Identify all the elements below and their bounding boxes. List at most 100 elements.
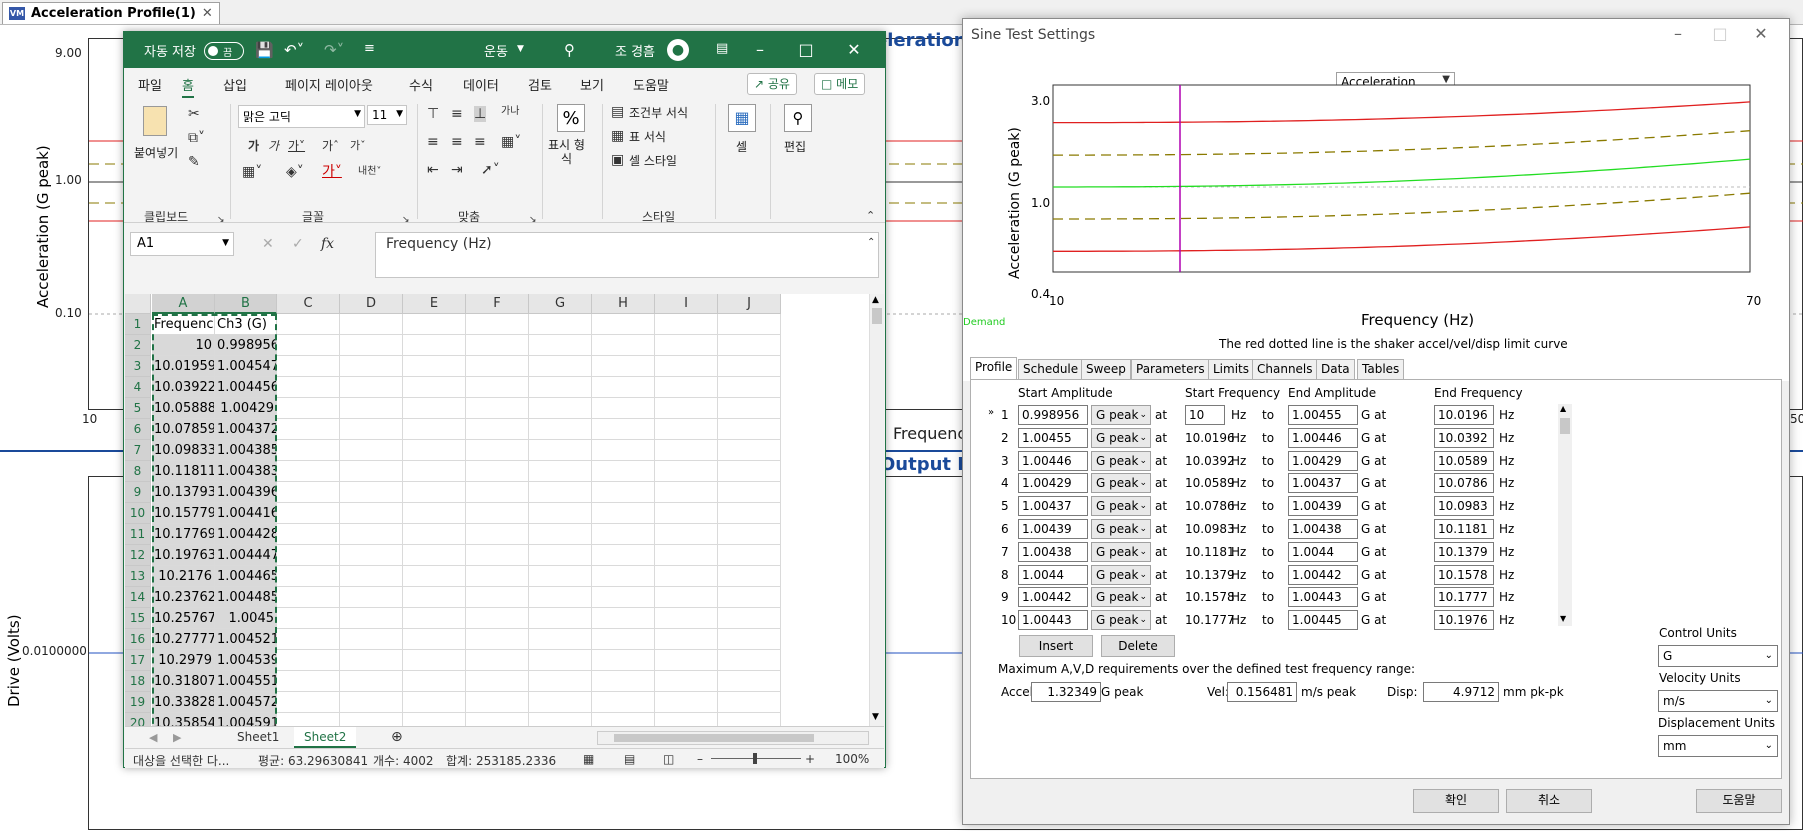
table-cell[interactable] (340, 650, 403, 671)
page-break-view-icon[interactable]: ◫ (663, 752, 674, 766)
table-cell[interactable] (718, 524, 781, 545)
table-cell[interactable]: 10.11811 (152, 461, 215, 482)
end-frequency-field[interactable]: 10.0983 (1434, 496, 1494, 517)
table-cell[interactable]: 10.35854 (152, 713, 215, 726)
cancel-entry-icon[interactable]: ✕ (262, 236, 274, 252)
table-cell[interactable] (466, 524, 529, 545)
table-cell[interactable] (403, 671, 466, 692)
table-cell[interactable] (655, 461, 718, 482)
prev-sheet-icon[interactable]: ◀ (149, 730, 157, 746)
table-cell[interactable] (718, 356, 781, 377)
table-cell[interactable] (277, 587, 340, 608)
sheet-tab-2[interactable]: Sheet2 (294, 727, 357, 748)
table-cell[interactable]: 1.004572 (215, 692, 277, 713)
table-cell[interactable] (277, 608, 340, 629)
table-cell[interactable] (277, 461, 340, 482)
scroll-down-icon[interactable]: ▼ (872, 712, 879, 722)
table-cell[interactable] (655, 587, 718, 608)
table-cell[interactable] (403, 419, 466, 440)
table-cell[interactable] (718, 461, 781, 482)
table-cell[interactable] (718, 566, 781, 587)
amplitude-unit-select[interactable]: G peak ⌄ (1091, 405, 1151, 425)
table-cell[interactable] (340, 461, 403, 482)
increase-indent-icon[interactable]: ⇥ (451, 162, 463, 178)
scroll-thumb[interactable] (614, 734, 814, 742)
document-tab[interactable]: VM Acceleration Profile(1) ✕ (2, 2, 220, 24)
table-cell[interactable] (718, 419, 781, 440)
table-cell[interactable] (655, 692, 718, 713)
minimize-icon[interactable]: – (1667, 24, 1689, 46)
table-cell[interactable]: 10.01959 (152, 356, 215, 377)
table-cell[interactable] (466, 314, 529, 335)
table-cell[interactable] (529, 524, 592, 545)
amplitude-unit-select[interactable]: G peak ⌄ (1091, 587, 1151, 608)
end-frequency-field[interactable]: 10.0392 (1434, 427, 1494, 448)
table-cell[interactable] (655, 440, 718, 461)
table-cell[interactable] (403, 608, 466, 629)
tab-tables[interactable]: Tables (1357, 359, 1405, 379)
table-cell[interactable] (655, 356, 718, 377)
sheet-tab-1[interactable]: Sheet1 (227, 727, 289, 748)
table-cell[interactable] (655, 377, 718, 398)
table-cell[interactable]: 10.25767 (152, 608, 215, 629)
user-name[interactable]: 조 경흠 (615, 41, 655, 60)
collapse-ribbon-icon[interactable]: ⌃ (866, 208, 875, 224)
tab-insert[interactable]: 삽입 (223, 75, 247, 94)
table-cell[interactable] (655, 335, 718, 356)
confirm-entry-icon[interactable]: ✓ (292, 236, 304, 252)
bold-icon[interactable]: 가 (248, 138, 259, 154)
table-cell[interactable] (403, 314, 466, 335)
table-cell[interactable] (529, 629, 592, 650)
table-cell[interactable] (655, 545, 718, 566)
number-format-button[interactable]: % 표시 형 식 (548, 102, 594, 192)
table-cell[interactable] (277, 440, 340, 461)
table-cell[interactable] (466, 713, 529, 726)
table-cell[interactable] (403, 524, 466, 545)
table-cell[interactable] (403, 356, 466, 377)
table-cell[interactable] (403, 587, 466, 608)
table-cell[interactable] (655, 314, 718, 335)
table-cell[interactable] (403, 629, 466, 650)
table-cell[interactable] (277, 650, 340, 671)
zoom-out-icon[interactable]: – (697, 752, 703, 766)
cell-style-icon[interactable]: ▣ (611, 152, 624, 168)
table-cell[interactable]: 10.23762 (152, 587, 215, 608)
vel-value-field[interactable]: 0.156481 (1227, 682, 1297, 702)
row-header[interactable]: 13 (125, 566, 151, 587)
table-cell[interactable] (277, 398, 340, 419)
table-cell[interactable] (592, 713, 655, 726)
table-cell[interactable]: 1.004385 (215, 440, 277, 461)
table-cell[interactable] (529, 503, 592, 524)
table-cell[interactable] (592, 398, 655, 419)
table-cell[interactable] (277, 524, 340, 545)
table-cell[interactable] (277, 566, 340, 587)
edit-button[interactable]: ⚲ 편집 (778, 102, 818, 182)
table-cell[interactable] (340, 713, 403, 726)
table-cell[interactable]: 10.31807 (152, 671, 215, 692)
table-cell[interactable] (277, 671, 340, 692)
table-cell[interactable] (529, 713, 592, 726)
table-cell[interactable] (592, 587, 655, 608)
align-left-icon[interactable]: ≡ (427, 134, 439, 150)
memo-button[interactable]: □ 메모 (814, 73, 866, 95)
table-cell[interactable] (529, 461, 592, 482)
scroll-thumb[interactable] (872, 308, 882, 324)
undo-icon[interactable]: ↶˅ (284, 41, 304, 59)
table-cell[interactable] (655, 503, 718, 524)
font-name-select[interactable]: 맑은 고딕 ▼ (238, 105, 365, 128)
increase-font-icon[interactable]: 가ˆ (322, 138, 339, 154)
table-cell[interactable] (466, 419, 529, 440)
table-cell[interactable] (403, 566, 466, 587)
table-cell[interactable] (340, 671, 403, 692)
table-cell[interactable] (403, 440, 466, 461)
control-units-select[interactable]: G ⌄ (1658, 645, 1778, 667)
table-cell[interactable]: 10.15779 (152, 503, 215, 524)
table-cell[interactable] (340, 629, 403, 650)
ribbon-display-icon[interactable]: ▤ (716, 41, 728, 56)
table-cell[interactable] (718, 503, 781, 524)
row-header[interactable]: 19 (125, 692, 151, 713)
table-cell[interactable] (466, 566, 529, 587)
table-cell[interactable] (592, 461, 655, 482)
customize-qat-icon[interactable]: ≡ (364, 41, 375, 56)
table-cell[interactable]: 1.004416 (215, 503, 277, 524)
